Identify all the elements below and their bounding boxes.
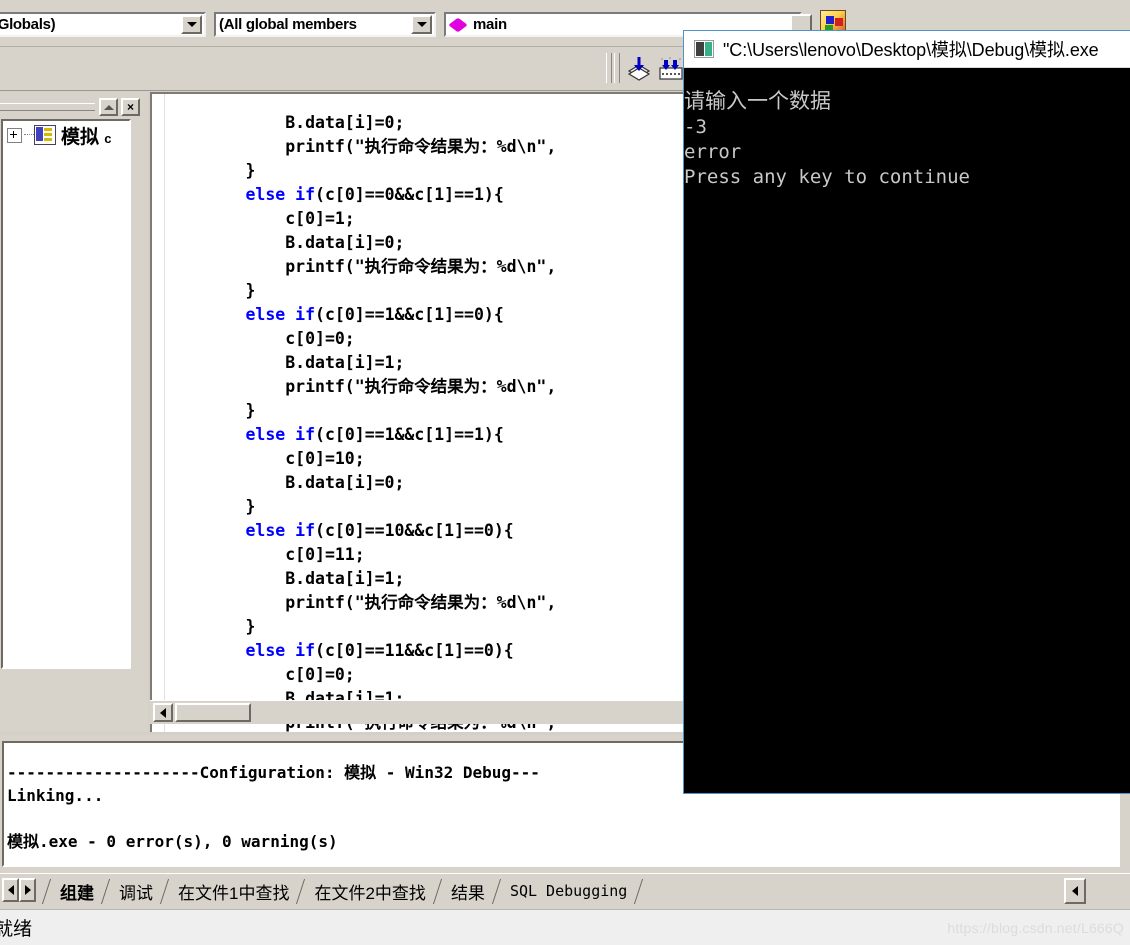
class-icon <box>34 125 56 145</box>
workspace-titlebar: × <box>0 96 143 118</box>
code-line: } <box>166 160 256 180</box>
console-title-text: "C:\Users\lenovo\Desktop\模拟\Debug\模拟.exe <box>723 40 1099 60</box>
code-line: else if(c[0]==10&&c[1]==0){ <box>245 520 514 540</box>
tree-item-project[interactable]: 模拟 c <box>3 121 129 149</box>
expand-icon[interactable] <box>7 127 22 143</box>
code-line: } <box>166 496 256 516</box>
output-tab-0[interactable]: 组建 <box>53 878 101 904</box>
console-icon <box>694 40 714 58</box>
code-line: B.data[i]=0; <box>166 232 405 252</box>
status-text: 就绪 <box>0 919 33 940</box>
scroll-thumb[interactable] <box>175 703 251 722</box>
selection-margin[interactable] <box>152 94 165 732</box>
code-line: else if(c[0]==11&&c[1]==0){ <box>245 640 514 660</box>
code-line: c[0]=0; <box>166 664 355 684</box>
class-combo-value: (Globals) <box>0 16 56 33</box>
output-tab-list: 组建 调试 在文件1中查找 在文件2中查找 结果 SQL Debugging <box>42 878 645 904</box>
tab-separator <box>101 878 112 904</box>
console-output[interactable]: 请输入一个数据 -3 error Press any key to contin… <box>684 87 1130 190</box>
output-tab-2[interactable]: 在文件1中查找 <box>171 878 296 904</box>
watermark: https://blog.csdn.net/L666Q <box>947 920 1124 936</box>
chevron-down-icon[interactable] <box>411 15 432 34</box>
scroll-left-icon[interactable] <box>153 703 173 722</box>
tab-separator <box>160 878 171 904</box>
tab-separator <box>433 878 444 904</box>
chevron-down-icon[interactable] <box>181 15 202 34</box>
output-scroll-left-icon[interactable] <box>1064 878 1086 904</box>
console-window[interactable]: "C:\Users\lenovo\Desktop\模拟\Debug\模拟.exe… <box>683 30 1130 794</box>
tab-separator <box>634 878 645 904</box>
console-line: Press any key to continue <box>684 166 970 188</box>
tab-separator <box>492 878 503 904</box>
code-line: c[0]=11; <box>166 544 365 564</box>
toolbar-grip[interactable] <box>606 53 612 83</box>
tab-scroll-left-icon[interactable] <box>2 878 19 902</box>
output-tab-3[interactable]: 在文件2中查找 <box>307 878 432 904</box>
code-line: else if(c[0]==1&&c[1]==1){ <box>245 424 504 444</box>
console-line: -3 <box>684 116 707 138</box>
code-line: B.data[i]=1; <box>166 352 405 372</box>
console-line: error <box>684 141 742 163</box>
code-line: } <box>166 616 256 636</box>
code-line: B.data[i]=0; <box>166 472 405 492</box>
code-line: B.data[i]=1; <box>166 568 405 588</box>
tree-item-label: 模拟 c <box>61 126 112 148</box>
code-line: printf("执行命令结果为：%d\n", <box>166 592 557 612</box>
code-line: B.data[i]=0; <box>166 112 405 132</box>
member-combo[interactable]: (All global members <box>214 12 436 37</box>
console-titlebar[interactable]: "C:\Users\lenovo\Desktop\模拟\Debug\模拟.exe <box>684 31 1130 68</box>
code-line: } <box>166 400 256 420</box>
workspace-panel: × 模拟 c ◀ ▶ C.. F... <box>0 92 148 814</box>
panel-grip[interactable] <box>0 103 95 111</box>
code-line: c[0]=0; <box>166 328 355 348</box>
class-tree[interactable]: 模拟 c <box>1 119 131 669</box>
tab-scroll-right-icon[interactable] <box>19 878 36 902</box>
minimize-button[interactable] <box>99 98 118 116</box>
code-line: c[0]=1; <box>166 208 355 228</box>
code-line: c[0]=10; <box>166 448 365 468</box>
output-tab-4[interactable]: 结果 <box>444 878 492 904</box>
code-line: printf("执行命令结果为：%d\n", <box>166 376 557 396</box>
output-tab-5[interactable]: SQL Debugging <box>503 878 634 904</box>
build-icon[interactable] <box>656 54 686 84</box>
code-line: printf("执行命令结果为：%d\n", <box>166 136 557 156</box>
source-code[interactable]: B.data[i]=0; printf("执行命令结果为：%d\n", } el… <box>166 111 556 733</box>
code-line: } <box>166 280 256 300</box>
compile-icon[interactable] <box>624 54 654 84</box>
tree-connector <box>24 134 34 136</box>
status-bar: 就绪 https://blog.csdn.net/L666Q <box>0 909 1130 945</box>
member-diamond-icon <box>448 17 468 32</box>
code-line: else if(c[0]==0&&c[1]==1){ <box>245 184 504 204</box>
code-line: else if(c[0]==1&&c[1]==0){ <box>245 304 504 324</box>
code-line: printf("执行命令结果为：%d\n", <box>166 256 557 276</box>
toolbar-grip[interactable] <box>614 53 620 83</box>
console-line: 请输入一个数据 <box>684 89 831 113</box>
vc6-ide-window: (Globals) (All global members main <box>0 0 1130 945</box>
editor-hscrollbar[interactable] <box>150 700 683 724</box>
tab-nav-buttons <box>2 878 36 902</box>
member-combo-value: (All global members <box>219 16 357 33</box>
tab-separator <box>296 878 307 904</box>
output-tabbar: 组建 调试 在文件1中查找 在文件2中查找 结果 SQL Debugging <box>0 873 1130 909</box>
class-combo[interactable]: (Globals) <box>0 12 206 37</box>
close-icon[interactable]: × <box>121 98 140 116</box>
output-tab-1[interactable]: 调试 <box>112 878 160 904</box>
tab-separator <box>42 878 53 904</box>
